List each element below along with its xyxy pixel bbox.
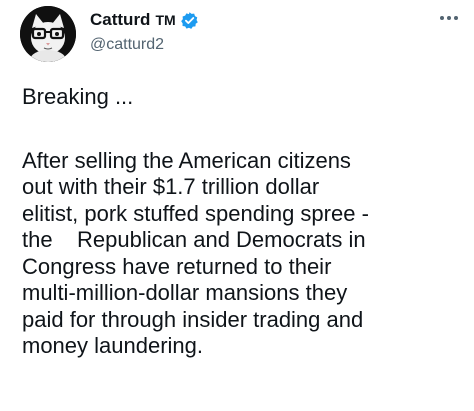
tweet-body-line: After selling the American citizens [22,147,351,173]
tweet-body-line: elitist, pork stuffed spending spree - [22,200,369,226]
avatar[interactable] [20,6,76,62]
author-name-row[interactable]: Catturd TM [90,9,199,31]
tweet-body-line: multi-million-dollar mansions they [22,280,348,305]
tweet-body-line: paid for through insider trading and [22,306,364,332]
tweet-body-line: the Republican and Democrats in [22,227,366,252]
more-options-icon[interactable] [437,11,461,25]
tweet-body-line: out with their $1.7 trillion dollar [22,174,320,199]
display-name[interactable]: Catturd [90,10,150,30]
verified-badge-icon [180,11,199,30]
tweet-card: Catturd TM @catturd2 Breaking ... After … [0,0,474,411]
tweet-headline: Breaking ... [22,84,134,109]
trademark-label: TM [155,12,176,28]
tweet-body-line: Congress have returned to their [22,253,332,279]
author-handle[interactable]: @catturd2 [90,36,164,54]
tweet-text: Breaking ... After selling the American … [22,84,468,360]
tweet-body-line: money laundering. [22,333,204,358]
cat-avatar-icon [20,6,76,62]
